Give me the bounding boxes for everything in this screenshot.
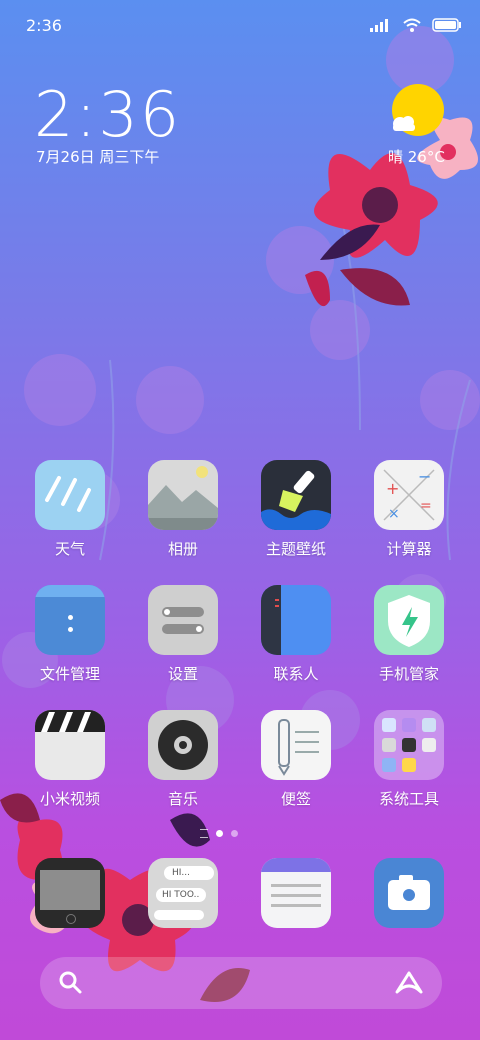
weather-sun-icon[interactable] — [392, 84, 444, 136]
page-dot — [231, 830, 238, 837]
app-settings-toggle[interactable]: 设置 — [128, 585, 238, 684]
notes-pen-icon — [261, 710, 331, 780]
app-label: 联系人 — [273, 665, 319, 683]
app-contacts-book[interactable]: 联系人 — [241, 585, 351, 684]
app-music-disc[interactable]: 音乐 — [128, 710, 238, 809]
app-label: 系统工具 — [378, 790, 439, 808]
app-weather-rain[interactable]: 天气 — [15, 460, 125, 559]
app-label: 音乐 — [167, 790, 198, 808]
svg-text:−: − — [418, 467, 431, 486]
wifi-icon — [403, 18, 421, 32]
clock-widget-time[interactable]: 2:36 — [34, 78, 181, 151]
chat-bubbles-icon: HI... HI TOO.. — [148, 858, 218, 928]
music-disc-icon — [148, 710, 218, 780]
app-label: 设置 — [167, 665, 198, 683]
svg-text:=: = — [420, 498, 432, 514]
folder-icon — [35, 585, 105, 655]
home-screen: 2:36 2:36 7月26日 周三下午 晴 26°C 天气 相册 主题壁纸 +… — [0, 0, 480, 1040]
calculator-icon: + − × = — [374, 460, 444, 530]
settings-toggle-icon — [148, 585, 218, 655]
app-video-clapper[interactable]: 小米视频 — [15, 710, 125, 809]
svg-text:+: + — [386, 479, 399, 498]
app-label: 便签 — [280, 790, 311, 808]
video-clapper-icon — [35, 710, 105, 780]
contacts-book-icon — [261, 585, 331, 655]
app-calculator[interactable]: + − × = 计算器 — [354, 460, 464, 559]
app-label: 天气 — [54, 540, 85, 558]
status-time: 2:36 — [26, 15, 62, 35]
app-label: 计算器 — [386, 540, 432, 558]
app-label: 主题壁纸 — [265, 540, 326, 558]
app-label: 小米视频 — [39, 790, 100, 808]
dock-browser-app[interactable] — [241, 858, 351, 928]
signal-icon — [370, 19, 388, 32]
search-bar[interactable] — [40, 957, 442, 1009]
cloud-icon — [393, 116, 415, 131]
assistant-icon[interactable] — [394, 970, 424, 996]
app-folder[interactable]: 文件管理 — [15, 585, 125, 684]
folder-system-tools-icon — [374, 710, 444, 780]
phone-device-icon — [35, 858, 105, 928]
dock-messages-app[interactable]: HI... HI TOO.. — [128, 858, 238, 928]
security-shield-icon — [374, 585, 444, 655]
weather-rain-icon — [35, 460, 105, 530]
page-indicator-list-icon — [200, 829, 208, 838]
gallery-icon — [148, 460, 218, 530]
dock-camera-app[interactable] — [354, 858, 464, 928]
status-bar: 2:36 — [26, 14, 462, 36]
app-security-shield[interactable]: 手机管家 — [354, 585, 464, 684]
page-dot-current — [216, 830, 223, 837]
chat-bubble-1: HI... — [164, 866, 214, 880]
camera-icon — [374, 858, 444, 928]
chat-bubble-2: HI TOO.. — [156, 888, 206, 902]
battery-icon — [432, 18, 461, 32]
browser-window-icon — [261, 858, 331, 928]
svg-text:×: × — [388, 506, 400, 522]
app-label: 相册 — [167, 540, 198, 558]
app-label: 文件管理 — [39, 665, 100, 683]
app-folder-system-tools[interactable]: 系统工具 — [354, 710, 464, 809]
clock-widget-date: 7月26日 周三下午 — [36, 148, 160, 166]
search-icon — [59, 971, 82, 994]
page-indicator[interactable] — [200, 829, 238, 838]
dock-phone-app[interactable] — [15, 858, 125, 928]
weather-text: 晴 26°C — [388, 148, 445, 166]
app-theme-brush[interactable]: 主题壁纸 — [241, 460, 351, 559]
app-label: 手机管家 — [378, 665, 439, 683]
app-gallery[interactable]: 相册 — [128, 460, 238, 559]
theme-brush-icon — [261, 460, 331, 530]
app-notes-pen[interactable]: 便签 — [241, 710, 351, 809]
